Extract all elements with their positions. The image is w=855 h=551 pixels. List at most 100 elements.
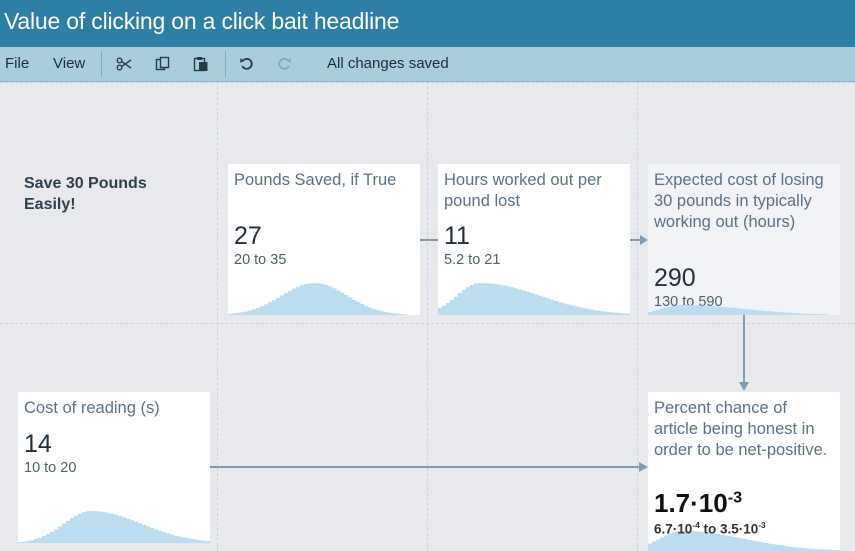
scissors-icon[interactable] — [116, 56, 132, 72]
node-cost-of-reading[interactable]: Cost of reading (s) 14 10 to 20 — [18, 392, 210, 543]
histogram-bar — [796, 547, 801, 551]
histogram-bar — [462, 290, 467, 315]
histogram-bar — [98, 511, 103, 543]
histogram-bar — [692, 305, 697, 315]
histogram-bar — [812, 314, 817, 315]
histogram-bar — [272, 300, 277, 315]
node-value: 1.7·10-3 — [654, 488, 742, 519]
histogram-bar — [26, 540, 31, 543]
node-range: 5.2 to 21 — [444, 252, 501, 268]
histogram-bar — [594, 310, 599, 315]
histogram-bar — [372, 309, 377, 315]
copy-icon[interactable] — [155, 56, 171, 72]
histogram-bar — [796, 313, 801, 315]
node-value: 290 — [654, 264, 696, 292]
histogram-bar — [190, 539, 195, 543]
range-high: 3.5·10 — [719, 521, 759, 537]
histogram-bar — [134, 521, 139, 543]
histogram-bar — [198, 540, 203, 543]
node-title: Pounds Saved, if True — [234, 171, 397, 189]
histogram-bar — [268, 302, 273, 315]
toolbar-divider — [101, 51, 102, 77]
range-high-exponent: -3 — [758, 520, 766, 530]
node-pounds-saved[interactable]: Pounds Saved, if True 27 20 to 35 — [228, 164, 420, 315]
node-percent-chance[interactable]: Percent chance of article being honest i… — [648, 392, 840, 551]
histogram-bar — [328, 286, 333, 315]
histogram-bar — [114, 514, 119, 543]
value-exponent: -3 — [727, 488, 743, 507]
histogram-bar — [502, 285, 507, 315]
histogram-bar — [384, 312, 389, 315]
histogram-bar — [768, 543, 773, 551]
histogram-bar — [106, 512, 111, 543]
paste-icon[interactable] — [193, 56, 209, 72]
histogram-bar — [454, 296, 459, 315]
histogram-bar — [300, 285, 305, 315]
histogram-bar — [732, 307, 737, 315]
histogram-bar — [162, 532, 167, 543]
histogram-bar — [700, 305, 705, 315]
histogram-bar — [664, 535, 669, 551]
histogram-bar — [292, 288, 297, 315]
node-value: 27 — [234, 222, 262, 250]
histogram-bar — [696, 305, 701, 315]
histogram-bar — [598, 310, 603, 315]
histogram-bar — [170, 534, 175, 543]
histogram-bar — [614, 312, 619, 315]
redo-icon[interactable] — [276, 56, 292, 72]
histogram-bar — [142, 525, 147, 543]
histogram-bar — [122, 517, 127, 543]
histogram-bar — [146, 526, 151, 543]
histogram-bar — [474, 283, 479, 315]
histogram-bar — [22, 541, 27, 543]
node-hours-worked[interactable]: Hours worked out per pound lost 11 5.2 t… — [438, 164, 630, 315]
histogram-bar — [518, 289, 523, 315]
histogram-bar — [732, 536, 737, 551]
histogram-bar — [316, 283, 321, 315]
node-value: 11 — [444, 222, 470, 250]
histogram-bar — [716, 306, 721, 315]
node-value: 14 — [24, 430, 52, 458]
histogram-bar — [664, 307, 669, 315]
histogram-bar — [74, 515, 79, 543]
histogram-bar — [704, 305, 709, 315]
histogram-bar — [622, 313, 627, 315]
histogram-bar — [498, 284, 503, 315]
histogram-bar — [618, 313, 623, 315]
histogram-bar — [748, 309, 753, 315]
histogram-bar — [130, 520, 135, 543]
histogram-bar — [450, 299, 455, 315]
histogram-bar — [764, 311, 769, 315]
histogram-bar — [816, 314, 821, 315]
histogram-bar — [526, 291, 531, 315]
histogram-bar — [606, 311, 611, 315]
histogram-bar — [672, 305, 677, 315]
text-label[interactable]: Save 30 Pounds Easily! — [24, 173, 194, 215]
histogram-bar — [740, 538, 745, 551]
node-title: Cost of reading (s) — [24, 399, 160, 417]
histogram-bar — [708, 305, 713, 315]
histogram-bar — [320, 283, 325, 315]
histogram-bar — [486, 283, 491, 315]
file-menu[interactable]: File — [5, 47, 29, 81]
histogram-bar — [680, 305, 685, 315]
histogram-bar — [304, 284, 309, 315]
undo-icon[interactable] — [239, 56, 255, 72]
histogram-bar — [296, 286, 301, 315]
node-expected-cost[interactable]: Expected cost of losing 30 pounds in typ… — [648, 164, 840, 315]
histogram-bar — [178, 536, 183, 543]
histogram-bar — [784, 546, 789, 551]
histogram-bar — [720, 534, 725, 551]
histogram-bar — [752, 309, 757, 315]
histogram-bar — [542, 297, 547, 315]
title-bar: Value of clicking on a click bait headli… — [0, 0, 855, 47]
histogram-bar — [740, 308, 745, 315]
histogram-bar — [800, 313, 805, 315]
view-menu[interactable]: View — [53, 47, 85, 81]
histogram-bar — [50, 531, 55, 543]
histogram-bar — [186, 538, 191, 543]
histogram-bar — [728, 536, 733, 551]
histogram-bar — [284, 293, 289, 315]
histogram-bar — [174, 535, 179, 543]
histogram-bar — [736, 308, 741, 315]
